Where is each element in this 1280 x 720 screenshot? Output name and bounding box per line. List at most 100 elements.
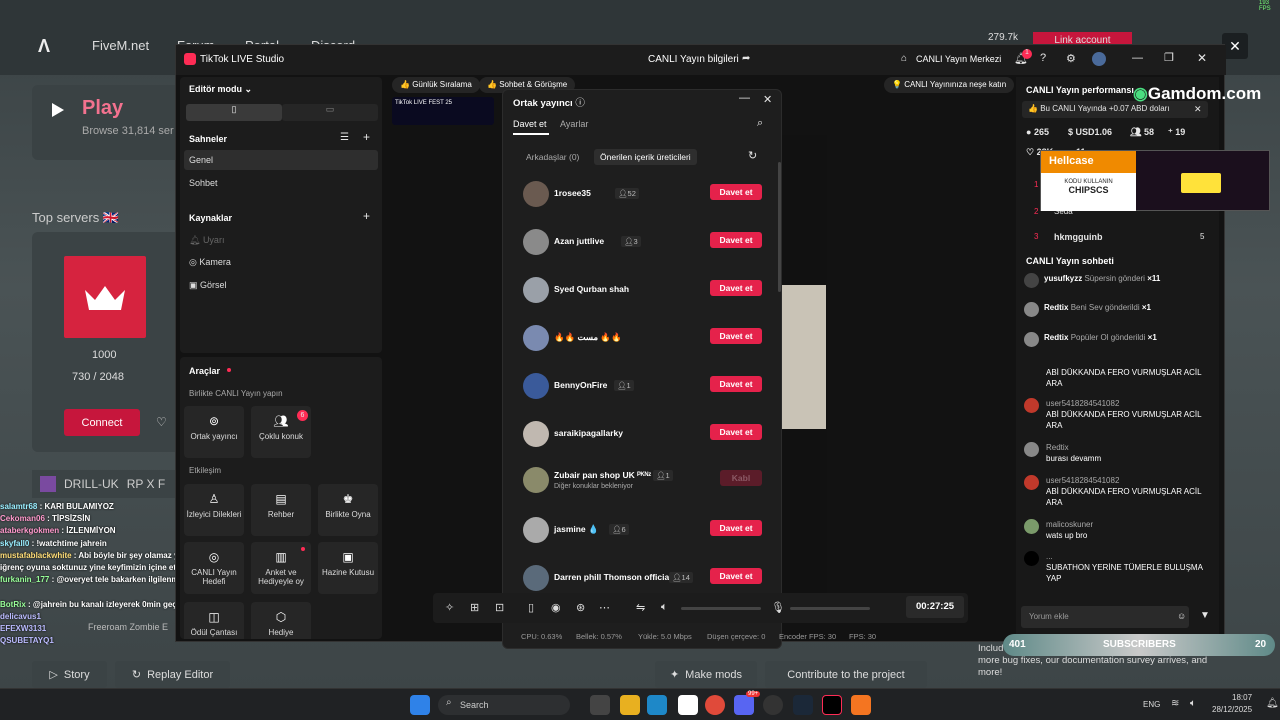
edge-icon[interactable]	[647, 695, 667, 715]
invite-button[interactable]: Davet et	[710, 424, 762, 440]
minimize-icon[interactable]: —	[739, 92, 750, 104]
live-icon[interactable]: ⊛	[576, 601, 585, 614]
server-card[interactable]: 1000 730 / 2048 Connect ♡	[32, 232, 182, 452]
emoji-icon[interactable]: ☺	[1177, 611, 1186, 621]
more-icon[interactable]: ⋯	[599, 601, 610, 614]
source-item-alert[interactable]: 🔔︎ Uyarı	[189, 235, 224, 246]
invite-button[interactable]: Davet et	[710, 520, 762, 536]
invite-button[interactable]: Davet et	[710, 184, 762, 200]
joy-chip[interactable]: 💡 CANLI Yayınınıza neşe katın	[884, 77, 1015, 93]
phone-icon[interactable]: ▯	[528, 601, 534, 614]
help-icon[interactable]: ?	[1040, 52, 1046, 64]
live-fest-banner[interactable]: TikTok LIVE FEST 25	[392, 97, 494, 125]
discord-icon[interactable]	[734, 695, 754, 715]
contribute-button[interactable]: Contribute to the project	[765, 661, 927, 688]
effects-icon[interactable]: ⊡	[495, 601, 504, 614]
magic-icon[interactable]: ✧	[445, 601, 454, 614]
start-icon[interactable]	[410, 695, 430, 715]
source-item-camera[interactable]: ◎ Kamera	[189, 257, 231, 268]
mixer-icon[interactable]: ⇋	[636, 601, 645, 614]
make-mods-button[interactable]: ✦ Make mods	[655, 661, 757, 688]
share-icon[interactable]: ➦	[742, 53, 750, 64]
folder-icon[interactable]	[620, 695, 640, 715]
add-source-icon[interactable]: +	[363, 209, 370, 223]
server-tag: RP X F	[126, 477, 166, 491]
landscape-mode-button[interactable]: ▭	[282, 104, 378, 121]
volume-icon[interactable]: 🔈︎	[1190, 698, 1196, 709]
connect-button[interactable]: Connect	[64, 409, 140, 436]
accept-button[interactable]: Kabl	[720, 470, 762, 486]
invite-button[interactable]: Davet et	[710, 280, 762, 296]
minimize-icon[interactable]: —	[1132, 52, 1143, 64]
server-icon	[40, 476, 56, 492]
chrome-icon[interactable]	[705, 695, 725, 715]
bag-icon: ◫	[208, 610, 220, 624]
gear-icon[interactable]: ⚙	[1066, 52, 1076, 65]
heart-icon[interactable]: ♡	[156, 415, 167, 429]
task-view-icon[interactable]	[590, 695, 610, 715]
invite-button[interactable]: Davet et	[710, 376, 762, 392]
play-together-tool[interactable]: ♚ Birlikte Oyna	[318, 484, 378, 536]
fivem-logo[interactable]: Λ	[38, 36, 50, 57]
live-center-link[interactable]: CANLI Yayın Merkezi	[916, 54, 1001, 64]
mic-slider[interactable]	[790, 607, 870, 610]
invite-button[interactable]: Davet et	[710, 328, 762, 344]
modal-scrollbar[interactable]	[778, 162, 781, 292]
daily-ranking-chip[interactable]: 👍 Günlük Sıralama	[392, 77, 480, 93]
clock-date[interactable]: 28/12/2025	[1212, 705, 1252, 714]
co-host-tool[interactable]: ⊚ Ortak yayıncı	[184, 406, 244, 458]
info-icon[interactable]: ⓘ	[575, 98, 585, 109]
invite-button[interactable]: Davet et	[710, 568, 762, 584]
invite-button[interactable]: Davet et	[710, 232, 762, 248]
maximize-icon[interactable]: ❐	[1164, 51, 1174, 64]
language-indicator[interactable]: ENG	[1143, 700, 1160, 709]
avatar[interactable]	[1092, 52, 1106, 66]
fivem-taskbar-icon[interactable]	[851, 695, 871, 715]
editor-mode-dropdown[interactable]: Editör modu ⌄	[189, 84, 252, 95]
viewer-wishes-tool[interactable]: ♙ İzleyici Dilekleri	[184, 484, 244, 536]
notification-icon[interactable]: 🔔︎	[1266, 698, 1279, 709]
server-banner[interactable]: DRILL-UK RP X F	[32, 470, 182, 498]
hellcase-ad: Hellcase KODU KULLANIN CHIPSCS	[1040, 150, 1270, 211]
replay-editor-button[interactable]: ↻ Replay Editor	[115, 661, 230, 688]
wifi-icon[interactable]: ≋	[1171, 698, 1179, 709]
record-icon[interactable]: ◉	[551, 601, 561, 614]
scene-item-sohbet[interactable]: Sohbet	[189, 178, 218, 188]
suggested-tab[interactable]: Önerilen içerik üreticileri	[594, 149, 697, 165]
treasure-box-tool[interactable]: ▣ Hazine Kutusu	[318, 542, 378, 594]
tab-invite[interactable]: Davet et	[513, 119, 547, 129]
gift-tool[interactable]: ⬡ Hediye	[251, 602, 311, 639]
portrait-mode-button[interactable]: ▯	[186, 104, 282, 121]
add-source-icon[interactable]: ⊞	[470, 601, 479, 614]
search-box[interactable]: Search	[438, 695, 570, 715]
filter-icon[interactable]: ▼	[1200, 610, 1210, 621]
list-icon[interactable]: ☰	[340, 132, 349, 143]
friends-tab[interactable]: Arkadaşlar (0)	[520, 149, 585, 165]
github-icon[interactable]	[763, 695, 783, 715]
comment-input[interactable]: Yorum ekle	[1021, 606, 1189, 628]
speaker-icon[interactable]: 🔈︎	[661, 601, 668, 614]
volume-slider[interactable]	[681, 607, 761, 610]
reward-bag-tool[interactable]: ◫ Ödül Çantası	[184, 602, 244, 639]
live-goal-tool[interactable]: ◎ CANLI Yayın Hedefi	[184, 542, 244, 594]
source-item-image[interactable]: ▣ Görsel	[189, 280, 227, 291]
search-icon[interactable]: ⌕	[757, 117, 763, 130]
fivem-brand[interactable]: FiveM.net	[92, 38, 149, 53]
add-scene-icon[interactable]: +	[363, 130, 370, 144]
scene-item-genel[interactable]: Genel	[189, 155, 213, 165]
refresh-icon[interactable]: ↻	[748, 149, 757, 162]
tab-settings[interactable]: Ayarlar	[560, 119, 588, 129]
mic-icon[interactable]: 🎙︎	[771, 601, 785, 614]
replay-label: Replay Editor	[147, 668, 214, 681]
play-card[interactable]: Play Browse 31,814 ser	[32, 85, 182, 160]
guide-tool[interactable]: ▤ Rehber	[251, 484, 311, 536]
close-icon[interactable]: ✕	[1197, 51, 1207, 65]
story-button[interactable]: ▷ Story	[32, 661, 107, 688]
store-icon[interactable]	[678, 695, 698, 715]
clock-time[interactable]: 18:07	[1232, 693, 1252, 702]
live-info-title[interactable]: CANLI Yayın bilgileri	[648, 54, 739, 65]
tiktok-taskbar-icon[interactable]	[822, 695, 842, 715]
steam-icon[interactable]	[793, 695, 813, 715]
close-icon[interactable]: ✕	[1194, 104, 1202, 115]
close-icon[interactable]: ✕	[763, 93, 772, 106]
